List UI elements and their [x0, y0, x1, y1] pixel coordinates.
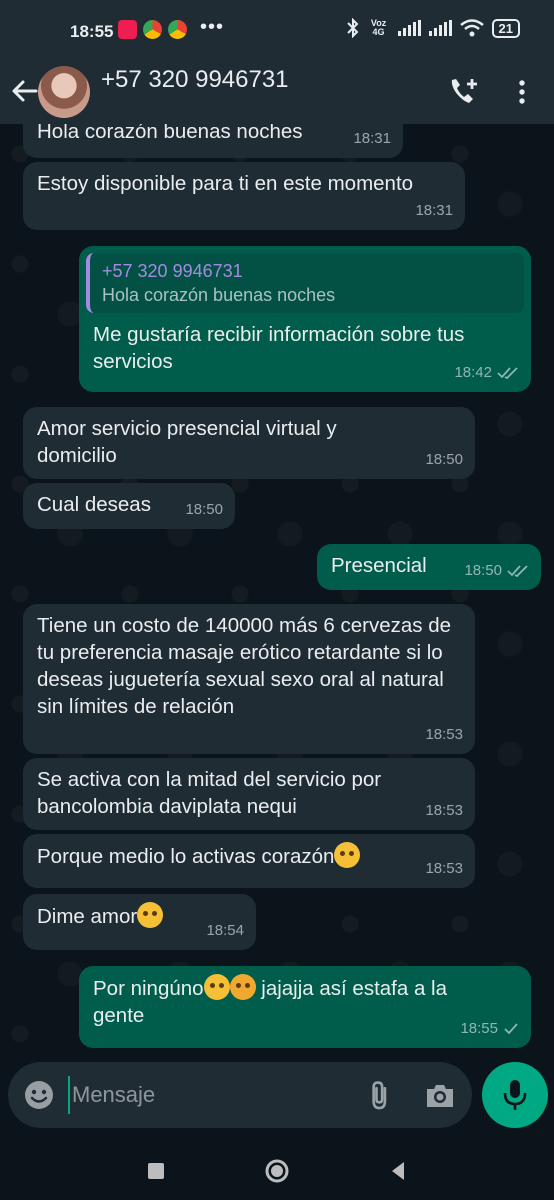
chrome-icon [168, 20, 187, 39]
emoji-icon[interactable] [24, 1080, 54, 1110]
message-time: 18:31 [353, 130, 391, 147]
voice-message-button[interactable] [482, 1062, 548, 1128]
message-time: 18:53 [425, 860, 463, 877]
signal-icon [397, 20, 421, 36]
status-bar: 18:55 ••• Voz 4G 21 [0, 0, 554, 62]
status-indicators: Voz 4G 21 [346, 18, 520, 38]
message-input[interactable] [68, 1076, 332, 1114]
back-icon[interactable] [386, 1158, 412, 1184]
quoted-sender: +57 320 9946731 [102, 261, 243, 281]
message-incoming[interactable]: Se activa con la mitad del servicio por … [23, 758, 475, 830]
message-incoming[interactable]: Hola corazón buenas noches 18:31 [23, 124, 403, 158]
recents-icon[interactable] [143, 1158, 169, 1184]
chat-header: +57 320 9946731 [0, 62, 554, 124]
message-outgoing[interactable]: Presencial 18:50 [317, 544, 541, 590]
message-time: 18:53 [425, 726, 463, 743]
more-notifications-icon: ••• [200, 16, 225, 38]
double-check-icon [507, 564, 528, 577]
camera-icon[interactable] [424, 1080, 456, 1112]
kiss-emoji-icon [334, 842, 361, 868]
message-incoming[interactable]: Cual deseas 18:50 [23, 483, 235, 529]
message-incoming[interactable]: Amor servicio presencial virtual y domic… [23, 407, 475, 479]
message-time: 18:31 [415, 202, 453, 219]
tiktok-icon [118, 20, 137, 39]
message-list[interactable]: Hola corazón buenas noches 18:31 Estoy d… [0, 124, 554, 1054]
quoted-message[interactable]: +57 320 9946731 Hola corazón buenas noch… [86, 253, 524, 313]
message-time: 18:42 [454, 364, 492, 381]
bluetooth-icon [346, 18, 358, 38]
status-time: 18:55 [70, 22, 114, 41]
network-type: Voz 4G [370, 18, 387, 37]
wifi-icon [459, 19, 484, 37]
cursing-emoji-icon [229, 974, 256, 1000]
chrome-icon [143, 20, 162, 39]
eye-roll-emoji-icon [203, 974, 230, 1000]
message-incoming[interactable]: Dime amor 18:54 [23, 894, 256, 950]
message-time: 18:55 [460, 1020, 498, 1037]
quoted-text: Hola corazón buenas noches [102, 285, 336, 305]
status-app-icons [118, 20, 187, 39]
message-incoming[interactable]: Estoy disponible para ti en este momento… [23, 162, 465, 230]
message-time: 18:50 [464, 562, 502, 579]
microphone-icon [503, 1080, 527, 1110]
message-time: 18:54 [206, 922, 244, 939]
double-check-icon [497, 366, 518, 379]
attach-icon[interactable] [364, 1080, 396, 1112]
battery-level: 21 [491, 18, 520, 38]
avatar[interactable] [38, 66, 90, 118]
back-arrow-icon[interactable] [10, 76, 40, 106]
home-icon[interactable] [264, 1158, 290, 1184]
message-outgoing[interactable]: Por ningúno jajajja así estafa a la gent… [79, 966, 531, 1048]
system-navigation-bar [0, 1140, 554, 1200]
signal-icon [428, 20, 452, 36]
message-time: 18:50 [185, 501, 223, 518]
message-incoming[interactable]: Porque medio lo activas corazón 18:53 [23, 834, 475, 888]
single-check-icon [504, 1022, 518, 1034]
kiss-emoji-icon [137, 902, 164, 928]
message-composer [8, 1062, 472, 1128]
message-time: 18:50 [425, 451, 463, 468]
message-incoming[interactable]: Tiene un costo de 140000 más 6 cervezas … [23, 604, 475, 754]
contact-name[interactable]: +57 320 9946731 [101, 66, 289, 94]
message-outgoing[interactable]: +57 320 9946731 Hola corazón buenas noch… [79, 246, 531, 392]
more-options-icon[interactable] [512, 78, 532, 106]
add-call-icon[interactable] [448, 76, 480, 106]
message-time: 18:53 [425, 802, 463, 819]
